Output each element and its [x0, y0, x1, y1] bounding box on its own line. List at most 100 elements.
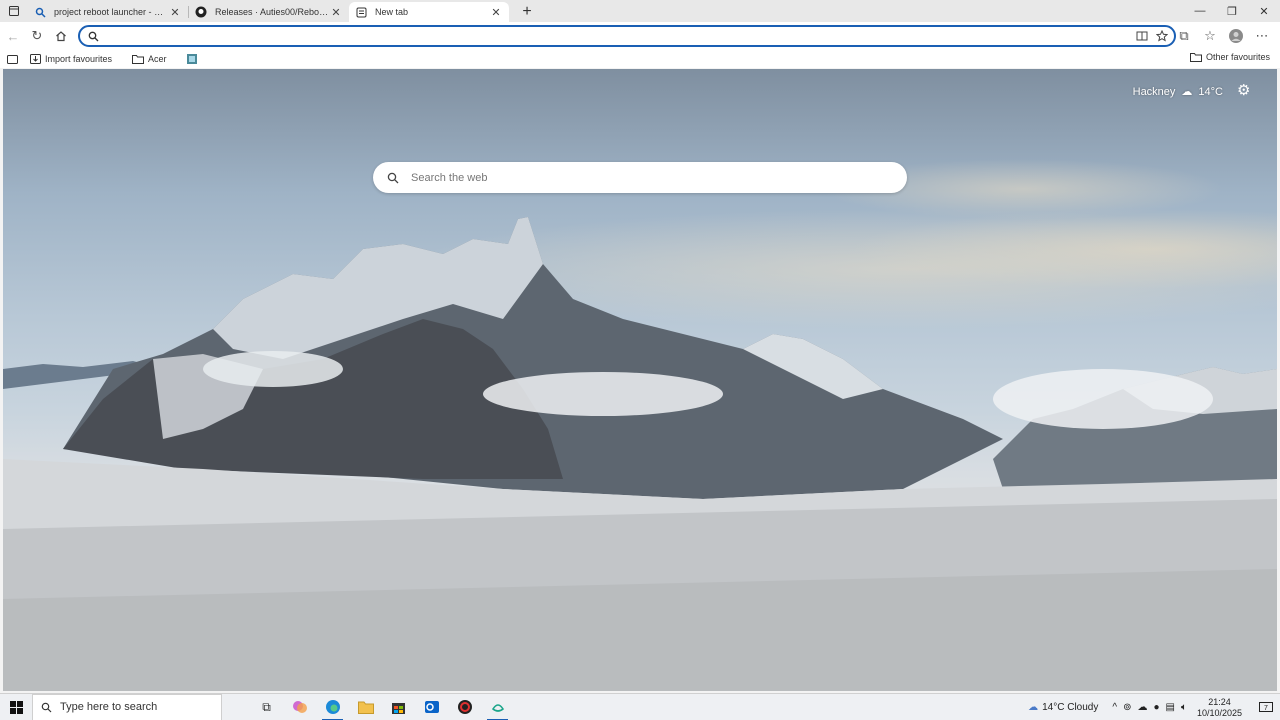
cloud-rain-icon: ☁ — [1028, 702, 1039, 713]
folder-icon — [132, 55, 145, 64]
clock-time: 21:24 — [1208, 696, 1231, 707]
avatar — [1229, 29, 1243, 43]
svg-text:7: 7 — [1264, 705, 1268, 712]
cloud-icon: ☁ — [1181, 86, 1193, 98]
import-favourites-link[interactable]: Import favourites — [30, 54, 112, 64]
network-icon[interactable]: ⊚ — [1123, 702, 1131, 713]
start-button[interactable] — [0, 694, 32, 720]
address-bar[interactable] — [78, 25, 1176, 47]
search-icon — [88, 31, 99, 41]
tab-label: New tab — [375, 7, 409, 17]
folder-label: Acer — [148, 54, 167, 64]
taskbar-weather-text: 14°C Cloudy — [1042, 702, 1099, 713]
other-favourites-label: Other favourites — [1205, 52, 1270, 62]
weather-widget[interactable]: Hackney ☁ 14°C — [1132, 85, 1223, 99]
folder-icon — [1189, 53, 1202, 62]
back-button[interactable]: ← — [1, 24, 25, 48]
sidebar-toggle-button[interactable] — [7, 54, 18, 64]
profile-button[interactable] — [1224, 24, 1248, 48]
task-view-icon: ⧉ — [262, 699, 271, 714]
taskbar-edge[interactable] — [316, 694, 349, 720]
home-icon — [56, 31, 66, 42]
web-search-box[interactable] — [373, 162, 907, 193]
reading-view-icon[interactable] — [1136, 30, 1148, 42]
store-icon — [392, 702, 405, 714]
folder-acer[interactable]: Acer — [132, 54, 167, 64]
other-favourites-folder[interactable]: Other favourites — [1189, 52, 1270, 62]
favourites-bar: Import favourites Acer Other favourites — [0, 50, 1280, 68]
chevron-up-icon[interactable]: ^ — [1112, 702, 1117, 713]
collections-icon — [7, 54, 18, 64]
import-favourites-label: Import favourites — [45, 54, 113, 64]
more-icon: ⋯ — [1255, 28, 1269, 43]
notifications-button[interactable]: 7 — [1252, 694, 1280, 720]
tab-new-tab[interactable]: New tab ✕ — [349, 2, 509, 22]
close-icon[interactable]: ✕ — [329, 5, 343, 19]
more-button[interactable]: ⋯ — [1250, 24, 1274, 48]
taskbar-search-placeholder: Type here to search — [60, 701, 158, 713]
refresh-button[interactable]: ↻ — [25, 24, 49, 48]
gear-icon: ⚙ — [1237, 82, 1251, 99]
minimize-button[interactable]: — — [1184, 0, 1216, 22]
windows-icon — [9, 700, 23, 714]
taskbar-file-explorer[interactable] — [349, 694, 382, 720]
microphone-icon[interactable]: ● — [1153, 702, 1159, 713]
close-icon[interactable]: ✕ — [168, 5, 182, 19]
taskbar-clock[interactable]: 21:24 10/10/2025 — [1197, 697, 1242, 719]
browser-toolbar: ← ↻ ⧉ ☆ ⋯ — [0, 22, 1280, 50]
weather-location: Hackney — [1132, 85, 1176, 98]
volume-icon[interactable]: 🔈︎ — [1181, 702, 1187, 713]
puzzle-icon: ⧉ — [1179, 28, 1189, 43]
extensions-button[interactable]: ⧉ — [1172, 24, 1196, 48]
taskbar-app-launcher[interactable] — [481, 694, 514, 720]
refresh-icon: ↻ — [31, 28, 43, 43]
github-icon — [195, 6, 207, 18]
newtab-page-icon — [355, 6, 367, 18]
close-icon: ✕ — [1259, 5, 1269, 18]
new-tab-button[interactable]: + — [515, 2, 539, 22]
weather-temp: 14°C — [1198, 85, 1223, 98]
app-icon — [457, 700, 472, 714]
onedrive-icon[interactable]: ☁ — [1137, 702, 1147, 713]
system-tray: ☁ 14°C Cloudy ^ ⊚ ☁ ● ▤ 🔈︎ 21:24 10/10/2… — [1028, 694, 1280, 720]
edge-icon — [325, 700, 340, 714]
restore-button[interactable]: ❐ — [1216, 0, 1248, 22]
tab-actions-button[interactable] — [0, 0, 28, 22]
clock-date: 10/10/2025 — [1196, 707, 1242, 718]
close-window-button[interactable]: ✕ — [1248, 0, 1280, 22]
taskbar-copilot[interactable] — [283, 694, 316, 720]
window-controls: — ❐ ✕ — [1184, 0, 1280, 22]
taskbar-search[interactable]: Type here to search — [32, 693, 222, 720]
favourites-button[interactable]: ☆ — [1198, 24, 1222, 48]
web-search-input[interactable] — [411, 171, 907, 184]
tab-search[interactable]: project reboot launcher - Search ✕ — [28, 2, 188, 22]
taskbar-store[interactable] — [382, 694, 415, 720]
home-button[interactable] — [49, 24, 73, 48]
taskbar: Type here to search ⧉ ☁ 14°C Cloudy ^ ⊚ … — [0, 693, 1280, 720]
plus-icon: + — [522, 3, 532, 20]
taskbar-weather[interactable]: ☁ 14°C Cloudy — [1028, 702, 1098, 713]
address-input[interactable] — [105, 28, 1136, 44]
bookmark-site[interactable] — [186, 54, 197, 64]
page-settings-button[interactable]: ⚙ — [1237, 83, 1253, 99]
wifi-icon[interactable]: ▤ — [1166, 702, 1175, 713]
outlook-icon — [424, 701, 439, 713]
copilot-icon — [292, 701, 307, 713]
tab-actions-icon — [9, 6, 19, 16]
folder-icon — [357, 701, 374, 714]
tab-label: Releases · Auties00/Reboot-Launcher — [215, 7, 329, 17]
taskbar-outlook[interactable] — [415, 694, 448, 720]
star-icon[interactable] — [1156, 30, 1168, 42]
site-favicon-icon — [186, 54, 197, 64]
taskbar-app-red[interactable] — [448, 694, 481, 720]
tab-github[interactable]: Releases · Auties00/Reboot-Launcher ✕ — [189, 2, 349, 22]
new-tab-page: Hackney ☁ 14°C ⚙ — [3, 69, 1277, 691]
import-icon — [30, 54, 41, 64]
launcher-icon — [491, 704, 504, 712]
close-icon[interactable]: ✕ — [489, 5, 503, 19]
task-view-button[interactable]: ⧉ — [250, 694, 283, 720]
tab-strip: project reboot launcher - Search ✕ Relea… — [0, 0, 1280, 22]
search-icon — [387, 172, 399, 183]
minimize-icon: — — [1194, 5, 1206, 17]
notification-icon: 7 — [1259, 701, 1273, 712]
